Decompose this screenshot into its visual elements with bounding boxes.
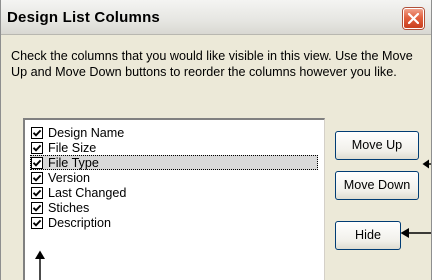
- checkmark-icon: [32, 189, 42, 197]
- move-up-button[interactable]: Move Up: [335, 131, 419, 160]
- column-label: Description: [48, 215, 111, 230]
- checkmark-icon: [32, 204, 42, 212]
- column-label: Design Name: [48, 125, 125, 140]
- dialog-window: Design List Columns Check the columns th…: [0, 0, 432, 280]
- move-down-button[interactable]: Move Down: [335, 171, 419, 200]
- checkmark-icon: [32, 174, 42, 182]
- column-label: File Type: [48, 155, 99, 170]
- column-checkbox[interactable]: [31, 186, 43, 199]
- close-button[interactable]: [403, 8, 424, 29]
- close-icon: [408, 13, 419, 24]
- column-checkbox[interactable]: [31, 141, 43, 154]
- list-item-selected[interactable]: File Type: [30, 155, 318, 170]
- list-item[interactable]: File Size: [31, 140, 96, 155]
- arrow-icon: [422, 159, 431, 169]
- column-label: File Size: [48, 140, 97, 155]
- arrow-icon: [400, 228, 431, 238]
- column-label: Version: [48, 170, 91, 185]
- column-checkbox[interactable]: [31, 126, 43, 139]
- arrow-icon: [35, 250, 45, 280]
- list-item[interactable]: Stiches: [31, 200, 89, 215]
- title-bar: Design List Columns: [1, 0, 431, 35]
- column-label: Last Changed: [48, 185, 127, 200]
- list-item[interactable]: Design Name: [31, 125, 124, 140]
- instructions-text: Check the columns that you would like vi…: [11, 49, 413, 79]
- checkmark-icon: [32, 159, 42, 167]
- list-item[interactable]: Last Changed: [31, 185, 126, 200]
- column-checkbox[interactable]: [31, 201, 43, 214]
- list-item[interactable]: Description: [31, 215, 111, 230]
- list-item[interactable]: Version: [31, 170, 90, 185]
- columns-list[interactable]: Design Name File Size File Type Version …: [23, 118, 325, 280]
- column-checkbox[interactable]: [31, 171, 43, 184]
- dialog-title: Design List Columns: [7, 9, 160, 26]
- column-label: Stiches: [48, 200, 90, 215]
- checkmark-icon: [32, 129, 42, 137]
- checkmark-icon: [32, 144, 42, 152]
- checkmark-icon: [32, 219, 42, 227]
- column-checkbox[interactable]: [31, 156, 43, 169]
- hide-button[interactable]: Hide: [335, 221, 401, 250]
- column-checkbox[interactable]: [31, 216, 43, 229]
